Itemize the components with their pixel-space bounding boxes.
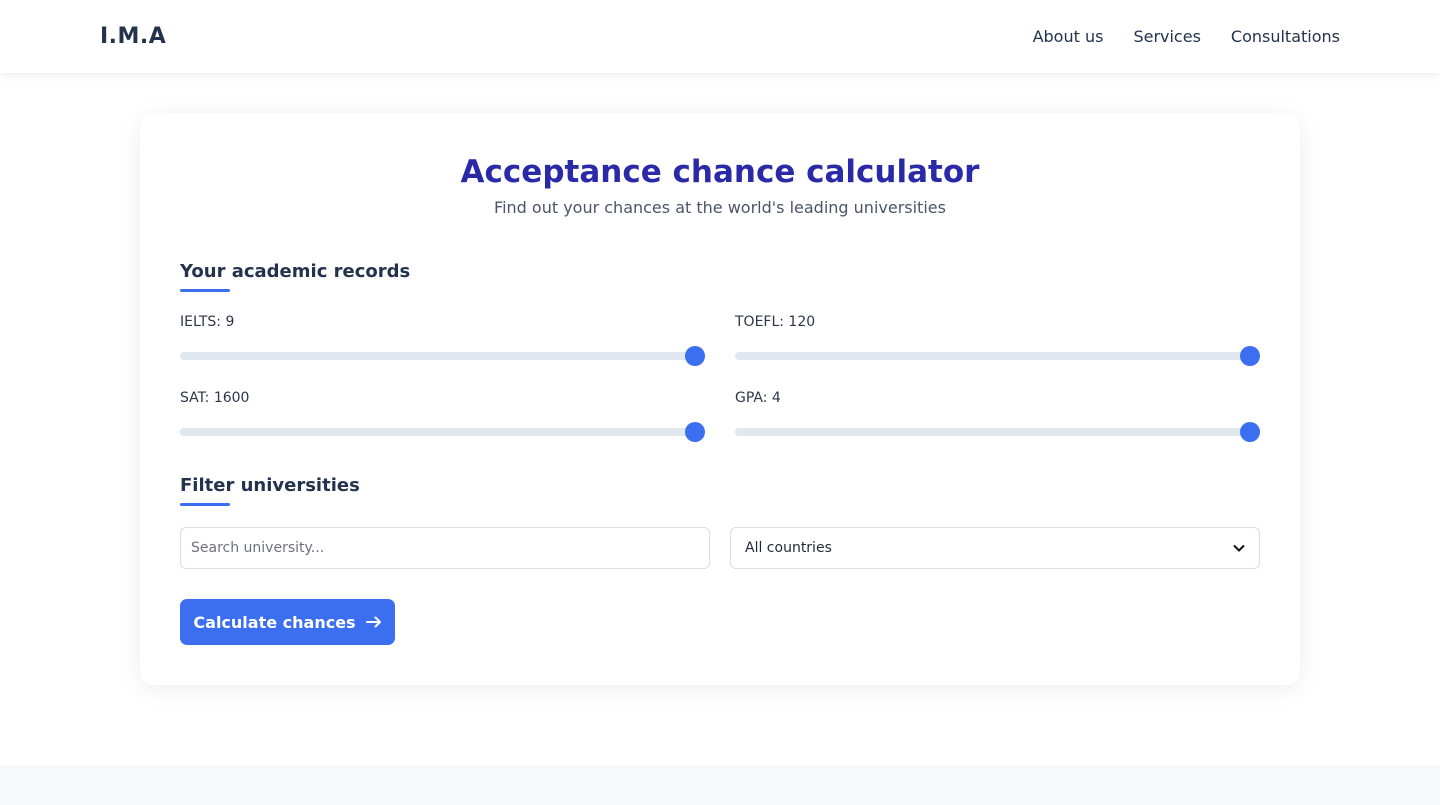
toefl-label: TOEFL: 120: [735, 314, 816, 330]
section-title: Your academic records: [180, 261, 411, 282]
filter-universities-heading: Filter universities: [180, 475, 360, 506]
academic-records-heading: Your academic records: [180, 261, 410, 292]
toefl-slider-track[interactable]: [735, 346, 1260, 366]
sat-slider-group: SAT: 1600: [180, 390, 705, 442]
calculator-card: Acceptance chance calculator Find out yo…: [140, 113, 1300, 685]
sat-label: SAT: 1600: [180, 390, 250, 406]
arrow-right-icon: [365, 613, 382, 632]
chevron-down-icon: [1233, 541, 1245, 555]
nav-link-services[interactable]: Services: [1133, 27, 1200, 46]
page-title: Acceptance chance calculator: [460, 154, 980, 190]
ielts-label: IELTS: 9: [180, 314, 235, 330]
sat-slider-thumb[interactable]: [685, 422, 705, 442]
gpa-slider-thumb[interactable]: [1240, 422, 1260, 442]
sat-slider-track[interactable]: [180, 422, 705, 442]
nav-link-consultations[interactable]: Consultations: [1231, 27, 1340, 46]
ielts-slider-group: IELTS: 9: [180, 314, 705, 366]
gpa-slider-track[interactable]: [735, 422, 1260, 442]
section-underline: [180, 289, 230, 292]
country-select-value: All countries: [745, 540, 832, 556]
logo[interactable]: I.M.A: [100, 24, 166, 49]
footer-band: [0, 765, 1440, 805]
university-search-input[interactable]: [180, 527, 710, 569]
gpa-slider-group: GPA: 4: [735, 390, 1260, 442]
ielts-slider-track[interactable]: [180, 346, 705, 366]
gpa-label: GPA: 4: [735, 390, 781, 406]
top-navbar: I.M.A About us Services Consultations: [0, 0, 1440, 73]
calculate-button-label: Calculate chances: [193, 612, 356, 632]
toefl-slider-thumb[interactable]: [1240, 346, 1260, 366]
toefl-slider-group: TOEFL: 120: [735, 314, 1260, 366]
page-subtitle: Find out your chances at the world's lea…: [494, 198, 946, 217]
section-title: Filter universities: [180, 475, 360, 496]
nav-links: About us Services Consultations: [1033, 27, 1340, 46]
calculate-chances-button[interactable]: Calculate chances: [180, 599, 395, 645]
section-underline: [180, 503, 230, 506]
country-select[interactable]: All countries: [730, 527, 1260, 569]
nav-link-about-us[interactable]: About us: [1033, 27, 1104, 46]
ielts-slider-thumb[interactable]: [685, 346, 705, 366]
